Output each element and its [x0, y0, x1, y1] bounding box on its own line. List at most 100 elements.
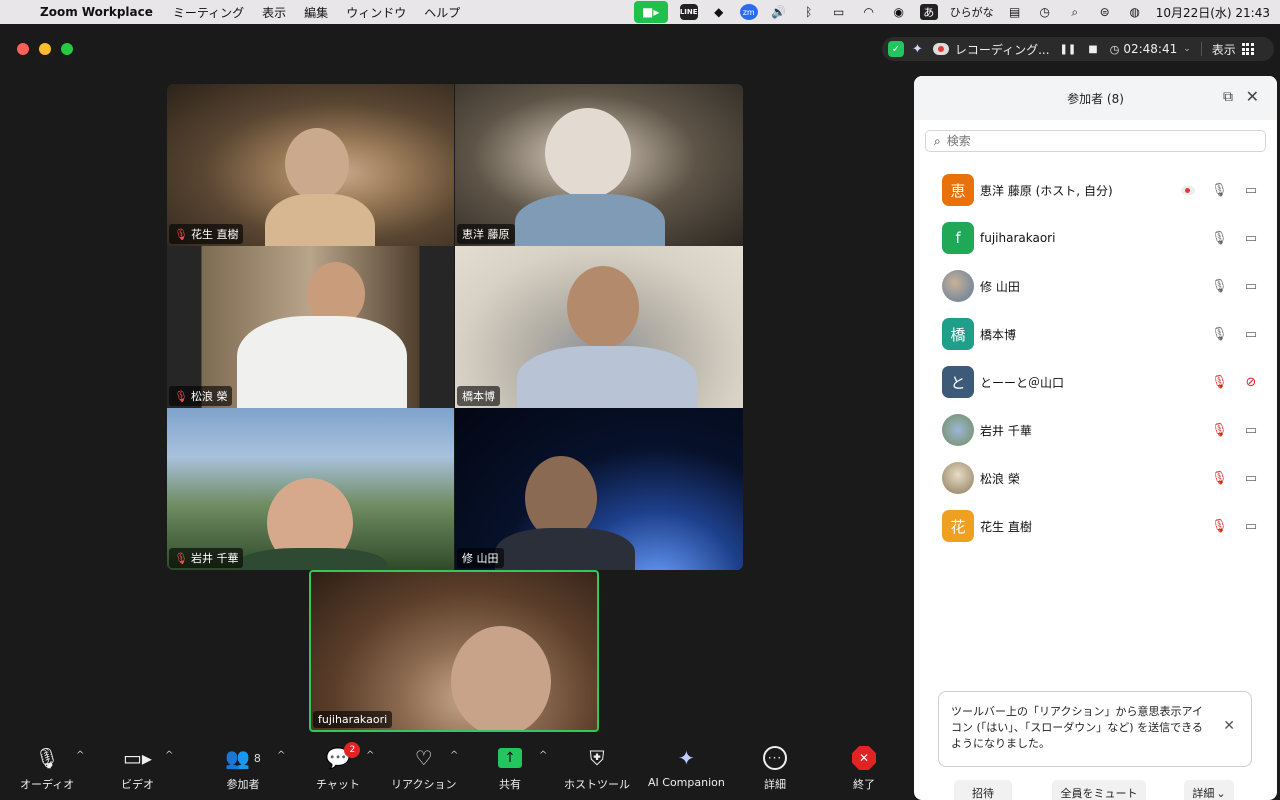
video-on-icon[interactable]: ▭ [1243, 279, 1259, 294]
menu-edit[interactable]: 編集 [304, 4, 328, 21]
invite-button[interactable]: 招待 [954, 780, 1012, 800]
ime-label[interactable]: ひらがな [950, 4, 994, 20]
grid-view-icon[interactable] [1241, 43, 1254, 55]
participant-row[interactable]: 松浪 榮 🎙 ▭ [914, 454, 1277, 502]
notice-text: ツールバー上の「リアクション」から意思表示アイコン (「はい」、「スローダウン」… [951, 705, 1203, 750]
spotlight-search-icon[interactable]: ⌕ [1066, 4, 1084, 20]
fullscreen-window-button[interactable] [61, 43, 73, 55]
close-window-button[interactable] [17, 43, 29, 55]
mic-muted-icon[interactable]: 🎙 [1211, 423, 1228, 438]
chat-button[interactable]: 💬 2 チャット [316, 742, 361, 792]
host-tools-label: ホストツール [564, 778, 630, 791]
menu-window[interactable]: ウィンドウ [346, 4, 406, 21]
video-on-icon[interactable]: ▭ [1243, 231, 1259, 246]
pause-recording-icon[interactable]: ❚❚ [1060, 44, 1077, 55]
audio-label: オーディオ [20, 778, 75, 791]
video-button[interactable]: ▭▸ ビデオ [121, 744, 154, 792]
pop-out-icon[interactable]: ⧉ [1223, 89, 1233, 105]
dropbox-tray-icon[interactable]: ◆ [710, 4, 728, 20]
keyboard-icon[interactable]: ▤ [1006, 4, 1024, 20]
chat-options-chevron-icon[interactable]: ^ [366, 750, 374, 761]
stop-recording-icon[interactable]: ■ [1088, 44, 1097, 55]
participant-search[interactable]: ⌕ [925, 130, 1266, 152]
share-options-chevron-icon[interactable]: ^ [539, 750, 547, 761]
mic-muted-icon[interactable]: 🎙 [1211, 471, 1228, 486]
close-panel-icon[interactable]: ✕ [1246, 87, 1259, 106]
participant-row[interactable]: 修 山田 🎙 ▭ [914, 262, 1277, 310]
reaction-button[interactable]: ♡ リアクション [391, 744, 456, 792]
user-account-icon[interactable]: ◉ [890, 4, 908, 20]
participants-options-chevron-icon[interactable]: ^ [277, 750, 285, 761]
video-on-icon[interactable]: ▭ [1243, 471, 1259, 486]
video-tile[interactable]: 橋本博 [455, 246, 743, 408]
video-on-icon[interactable]: ▭ [1243, 183, 1259, 198]
participants-button[interactable]: 👥 8 参加者 [225, 744, 261, 792]
participant-row[interactable]: f fujiharakaori 🎙 ▭ [914, 214, 1277, 262]
mic-on-icon[interactable]: 🎙 [1211, 279, 1228, 294]
reaction-options-chevron-icon[interactable]: ^ [450, 750, 458, 761]
share-button[interactable]: ↑ 共有 [498, 744, 522, 792]
video-tile[interactable]: 恵洋 藤原 [455, 84, 743, 246]
menu-help[interactable]: ヘルプ [424, 4, 460, 21]
mic-muted-icon[interactable]: 🎙 [1211, 519, 1228, 534]
video-tile[interactable]: 🎙 岩井 千華 [167, 408, 454, 570]
participant-row[interactable]: 花 花生 直樹 🎙 ▭ [914, 502, 1277, 550]
battery-icon[interactable]: ▭ [830, 4, 848, 20]
participant-row[interactable]: 恵 恵洋 藤原 (ホスト, 自分) 🎙 ▭ [914, 166, 1277, 214]
encryption-shield-icon[interactable]: ✓ [888, 41, 904, 57]
self-video-tile[interactable]: fujiharakaori [309, 570, 599, 732]
mic-on-icon[interactable]: 🎙 [1211, 327, 1228, 342]
wifi-icon[interactable]: ◠ [860, 4, 878, 20]
participant-shirt [517, 346, 697, 408]
time-machine-icon[interactable]: ◷ [1036, 4, 1054, 20]
timer-chevron-down-icon[interactable]: ⌄ [1183, 44, 1191, 54]
more-options-button[interactable]: 詳細 ⌄ [1184, 780, 1234, 800]
view-button[interactable]: 表示 [1212, 41, 1236, 58]
mic-on-icon[interactable]: 🎙 [1211, 183, 1228, 198]
host-tools-button[interactable]: ⛨ ホストツール [564, 744, 630, 792]
zoom-camera-tray-icon[interactable]: ■▸ [633, 1, 668, 23]
video-off-icon[interactable]: ⊘ [1243, 375, 1259, 390]
participant-row[interactable]: と とーーと＠山口 🎙 ⊘ [914, 358, 1277, 406]
video-name-label: fujiharakaori [313, 711, 393, 728]
control-center-icon[interactable]: ⊜ [1096, 4, 1114, 20]
video-on-icon[interactable]: ▭ [1243, 327, 1259, 342]
video-name-label: 🎙 岩井 千華 [169, 548, 244, 568]
video-tile[interactable]: 修 山田 [455, 408, 743, 570]
ime-icon[interactable]: あ [919, 4, 938, 20]
participant-row[interactable]: 岩井 千華 🎙 ▭ [914, 406, 1277, 454]
video-options-chevron-icon[interactable]: ^ [165, 750, 173, 761]
mute-all-button[interactable]: 全員をミュート [1052, 780, 1146, 800]
mic-on-icon[interactable]: 🎙 [1211, 231, 1228, 246]
app-name-menu[interactable]: Zoom Workplace [40, 5, 153, 19]
more-button[interactable]: ··· 詳細 [763, 744, 787, 792]
avatar: と [942, 366, 974, 398]
volume-icon[interactable]: 🔊 [770, 4, 788, 20]
menu-view[interactable]: 表示 [262, 4, 286, 21]
search-input[interactable] [946, 134, 1247, 148]
ai-companion-status-icon[interactable]: ✦ [912, 42, 923, 57]
menu-meeting[interactable]: ミーティング [173, 4, 244, 21]
audio-button[interactable]: 🎙 オーディオ [20, 744, 74, 792]
close-notice-icon[interactable]: ✕ [1223, 718, 1235, 734]
siri-icon[interactable]: ◍ [1126, 4, 1144, 20]
meeting-toolbar: 🎙 オーディオ ^ ▭▸ ビデオ ^ 👥 8 参加者 ^ 💬 2 チャット ^ ♡ … [0, 740, 905, 800]
participant-row[interactable]: 橋 橋本博 🎙 ▭ [914, 310, 1277, 358]
video-on-icon[interactable]: ▭ [1243, 519, 1259, 534]
ai-companion-button[interactable]: ✦ AI Companion [648, 744, 725, 789]
minimize-window-button[interactable] [39, 43, 51, 55]
participant-name: fujiharakaori [980, 231, 1056, 245]
mic-muted-icon[interactable]: 🎙 [1211, 375, 1228, 390]
menubar-clock[interactable]: 10月22日(水) 21:43 [1156, 4, 1270, 21]
bluetooth-icon[interactable]: ᛒ [800, 4, 818, 20]
video-tile[interactable]: 🎙 花生 直樹 [167, 84, 454, 246]
video-on-icon[interactable]: ▭ [1243, 423, 1259, 438]
video-tile[interactable]: 🎙 松浪 榮 [167, 246, 454, 408]
participant-shirt [495, 528, 635, 570]
zoom-tray-icon[interactable]: zm [739, 4, 758, 20]
end-meeting-button[interactable]: ✕ 終了 [852, 744, 876, 792]
chevron-down-icon: ⌄ [1216, 786, 1226, 800]
audio-options-chevron-icon[interactable]: ^ [76, 750, 84, 761]
video-label: ビデオ [121, 778, 154, 791]
line-tray-icon[interactable]: LINE [679, 4, 698, 20]
